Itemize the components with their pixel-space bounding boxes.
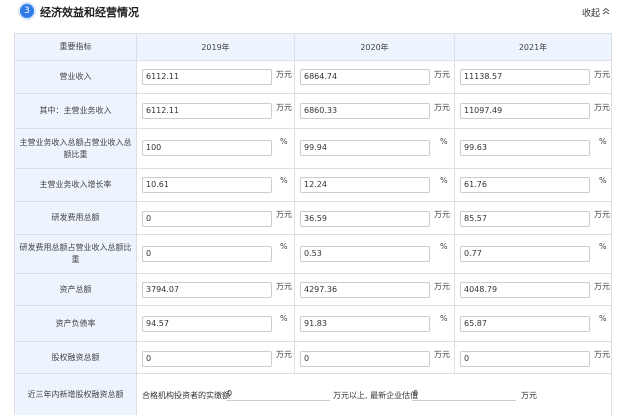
unit-label: 万元 <box>434 70 450 79</box>
column-header-indicator: 重要指标 <box>15 34 137 60</box>
unit-label: 万元 <box>594 350 610 359</box>
unit-label: % <box>599 176 607 185</box>
unit-label: % <box>440 242 448 251</box>
table-row: 研发费用总额占营业收入总额比重 0 % 0.53 % 0.77 % <box>15 235 611 274</box>
row-label: 资产负债率 <box>15 306 137 341</box>
unit-label: % <box>440 176 448 185</box>
value-input-2020[interactable]: 6864.74 <box>300 69 430 85</box>
paid-in-prefix-label: 合格机构投资者的实缴额 <box>142 390 230 400</box>
unit-label: 万元 <box>594 210 610 219</box>
unit-label: 万元 <box>434 350 450 359</box>
value-input-2019[interactable]: 6112.11 <box>142 103 272 119</box>
unit-label: 万元 <box>276 210 292 219</box>
value-input-2021[interactable]: 85.57 <box>460 211 590 227</box>
value-input-2020[interactable]: 6860.33 <box>300 103 430 119</box>
unit-label: 万元 <box>434 210 450 219</box>
value-input-2019[interactable]: 3794.07 <box>142 282 272 298</box>
value-input-2021[interactable]: 11097.49 <box>460 103 590 119</box>
table-row: 营业收入 6112.11 万元 6864.74 万元 11138.57 万元 <box>15 61 611 94</box>
unit-label: % <box>280 176 288 185</box>
unit-label: % <box>599 314 607 323</box>
row-label: 近三年内新增股权融资总额 <box>15 374 137 415</box>
unit-label: % <box>599 242 607 251</box>
table-row-equity-financing: 近三年内新增股权融资总额 合格机构投资者的实缴额 0 万元以上, 最新企业估值 … <box>15 374 611 415</box>
value-input-2020[interactable]: 0.53 <box>300 246 430 262</box>
valuation-unit-label: 万元 <box>521 390 537 400</box>
table-row: 股权融资总额 0 万元 0 万元 0 万元 <box>15 342 611 374</box>
row-label: 股权融资总额 <box>15 342 137 373</box>
row-label: 主营业务收入增长率 <box>15 169 137 201</box>
unit-label: 万元 <box>276 350 292 359</box>
value-input-2020[interactable]: 99.94 <box>300 140 430 156</box>
value-input-2020[interactable]: 36.59 <box>300 211 430 227</box>
unit-label: 万元 <box>594 282 610 291</box>
value-input-2019[interactable]: 6112.11 <box>142 69 272 85</box>
value-input-2020[interactable]: 0 <box>300 351 430 367</box>
value-input-2019[interactable]: 0 <box>142 351 272 367</box>
step-number-icon: 3 <box>20 4 34 18</box>
unit-label: 万元 <box>594 103 610 112</box>
value-input-2021[interactable]: 99.63 <box>460 140 590 156</box>
table-row: 研发费用总额 0 万元 36.59 万元 85.57 万元 <box>15 202 611 235</box>
column-header-2019: 2019年 <box>137 34 295 60</box>
economic-indicators-table: 重要指标 2019年 2020年 2021年 营业收入 6112.11 万元 6… <box>14 33 612 415</box>
unit-label: 万元 <box>276 103 292 112</box>
unit-label: % <box>440 314 448 323</box>
valuation-middle-label: 万元以上, 最新企业估值 <box>333 390 419 400</box>
value-input-2021[interactable]: 4048.79 <box>460 282 590 298</box>
row-label: 研发费用总额 <box>15 202 137 234</box>
value-input-2021[interactable]: 0.77 <box>460 246 590 262</box>
value-input-2019[interactable]: 0 <box>142 211 272 227</box>
valuation-input[interactable]: 0 <box>412 387 516 401</box>
value-input-2021[interactable]: 61.76 <box>460 177 590 193</box>
row-label: 资产总额 <box>15 274 137 305</box>
unit-label: 万元 <box>276 282 292 291</box>
value-input-2019[interactable]: 0 <box>142 246 272 262</box>
unit-label: 万元 <box>594 70 610 79</box>
unit-label: 万元 <box>434 282 450 291</box>
row-label: 营业收入 <box>15 61 137 93</box>
value-input-2019[interactable]: 10.61 <box>142 177 272 193</box>
unit-label: % <box>280 314 288 323</box>
row-label: 主营业务收入总额占营业收入总额比重 <box>15 129 137 168</box>
unit-label: 万元 <box>434 103 450 112</box>
row-label: 研发费用总额占营业收入总额比重 <box>15 235 137 273</box>
value-input-2019[interactable]: 100 <box>142 140 272 156</box>
value-input-2020[interactable]: 91.83 <box>300 316 430 332</box>
unit-label: % <box>280 137 288 146</box>
value-input-2020[interactable]: 4297.36 <box>300 282 430 298</box>
column-header-2020: 2020年 <box>295 34 455 60</box>
table-row: 资产负债率 94.57 % 91.83 % 65.87 % <box>15 306 611 342</box>
table-row: 资产总额 3794.07 万元 4297.36 万元 4048.79 万元 <box>15 274 611 306</box>
section-title: 经济效益和经营情况 <box>40 6 139 19</box>
value-input-2021[interactable]: 11138.57 <box>460 69 590 85</box>
chevron-up-double-icon[interactable] <box>601 6 611 16</box>
value-input-2021[interactable]: 65.87 <box>460 316 590 332</box>
column-header-2021: 2021年 <box>455 34 611 60</box>
unit-label: 万元 <box>276 70 292 79</box>
table-header-row: 重要指标 2019年 2020年 2021年 <box>15 34 611 61</box>
unit-label: % <box>599 137 607 146</box>
table-row: 其中：主营业务收入 6112.11 万元 6860.33 万元 11097.49… <box>15 94 611 129</box>
value-input-2020[interactable]: 12.24 <box>300 177 430 193</box>
row-label: 其中：主营业务收入 <box>15 94 137 128</box>
table-row: 主营业务收入增长率 10.61 % 12.24 % 61.76 % <box>15 169 611 202</box>
value-input-2019[interactable]: 94.57 <box>142 316 272 332</box>
value-input-2021[interactable]: 0 <box>460 351 590 367</box>
collapse-button[interactable]: 收起 <box>582 6 600 19</box>
table-row: 主营业务收入总额占营业收入总额比重 100 % 99.94 % 99.63 % <box>15 129 611 169</box>
section-header: 3 经济效益和经营情况 收起 <box>0 0 619 26</box>
unit-label: % <box>440 137 448 146</box>
paid-in-amount-input[interactable]: 0 <box>226 387 330 401</box>
unit-label: % <box>280 242 288 251</box>
